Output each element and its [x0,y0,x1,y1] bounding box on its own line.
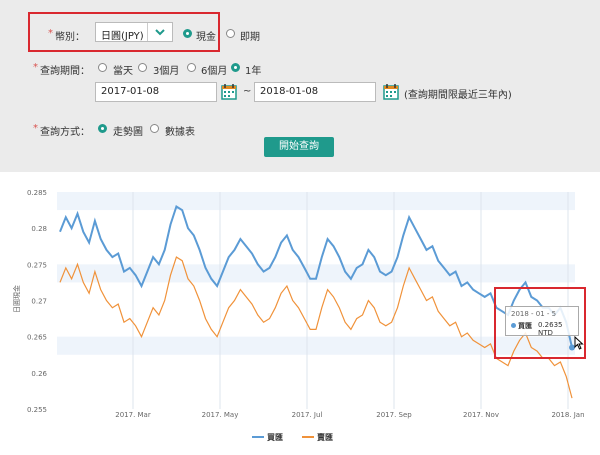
y-tick-label: 0.28 [31,225,47,233]
submit-query-button[interactable]: 開始查詢 [264,137,334,157]
tooltip: 2018 - 01 - 5 買匯 0.2635 NTD [505,306,579,337]
tooltip-dot [511,323,516,328]
x-tick-label: 2017. May [202,411,239,419]
radio-1year-label: 1年 [245,66,262,77]
radio-6months-label: 6個月 [201,66,228,77]
y-tick-label: 0.27 [31,298,47,306]
currency-label: 幣別： [55,32,85,43]
end-date-input[interactable]: 2018-01-08 [254,82,376,102]
radio-3months[interactable] [138,63,147,72]
radio-6months[interactable] [187,63,196,72]
mouse-pointer-icon [574,335,584,354]
tooltip-value: 0.2635 NTD [538,321,563,337]
y-tick-label: 0.285 [27,189,47,197]
radio-1year[interactable] [231,63,240,72]
x-tick-label: 2017. Jul [292,411,323,419]
date-range-separator: ~ [243,86,252,97]
calendar-icon[interactable] [221,83,237,100]
tooltip-date: 2018 - 01 - 5 [511,310,557,318]
period-label: 查詢期間： [40,66,90,77]
y-tick-label: 0.255 [27,406,47,414]
start-date-input[interactable]: 2017-01-08 [95,82,217,102]
x-tick-label: 2017. Sep [376,411,412,419]
x-tick-label: 2018. Jan [551,411,584,419]
currency-select[interactable]: 日圓(JPY) [95,22,173,42]
y-axis-label: 日圓現金 [12,285,21,313]
radio-spot-label: 即期 [240,32,260,43]
chevron-down-icon[interactable] [147,23,172,41]
radio-chart[interactable] [98,124,107,133]
y-tick-label: 0.275 [27,261,47,269]
radio-today[interactable] [98,63,107,72]
required-mark: * [33,123,38,134]
radio-chart-label: 走勢圖 [113,127,143,138]
legend-label: 賣匯 [317,432,333,442]
legend-label: 買匯 [267,432,283,442]
x-tick-label: 2017. Mar [115,411,151,419]
x-tick-label: 2017. Nov [463,411,499,419]
y-tick-label: 0.265 [27,334,47,342]
grid-band [57,192,575,211]
currency-select-value: 日圓(JPY) [101,31,144,42]
tooltip-series: 買匯 [518,322,532,330]
radio-today-label: 當天 [113,66,133,77]
method-label: 查詢方式： [40,127,90,138]
radio-cash-label: 現金 [196,32,216,43]
radio-cash[interactable] [183,29,192,38]
y-tick-label: 0.26 [31,370,47,378]
radio-table-label: 數據表 [165,127,195,138]
required-mark: * [33,62,38,73]
required-mark: * [48,28,53,39]
radio-table[interactable] [150,124,159,133]
calendar-icon[interactable] [383,83,399,100]
radio-3months-label: 3個月 [153,66,180,77]
radio-spot[interactable] [226,29,235,38]
period-note: (查詢期間限最近三年內) [404,90,512,101]
